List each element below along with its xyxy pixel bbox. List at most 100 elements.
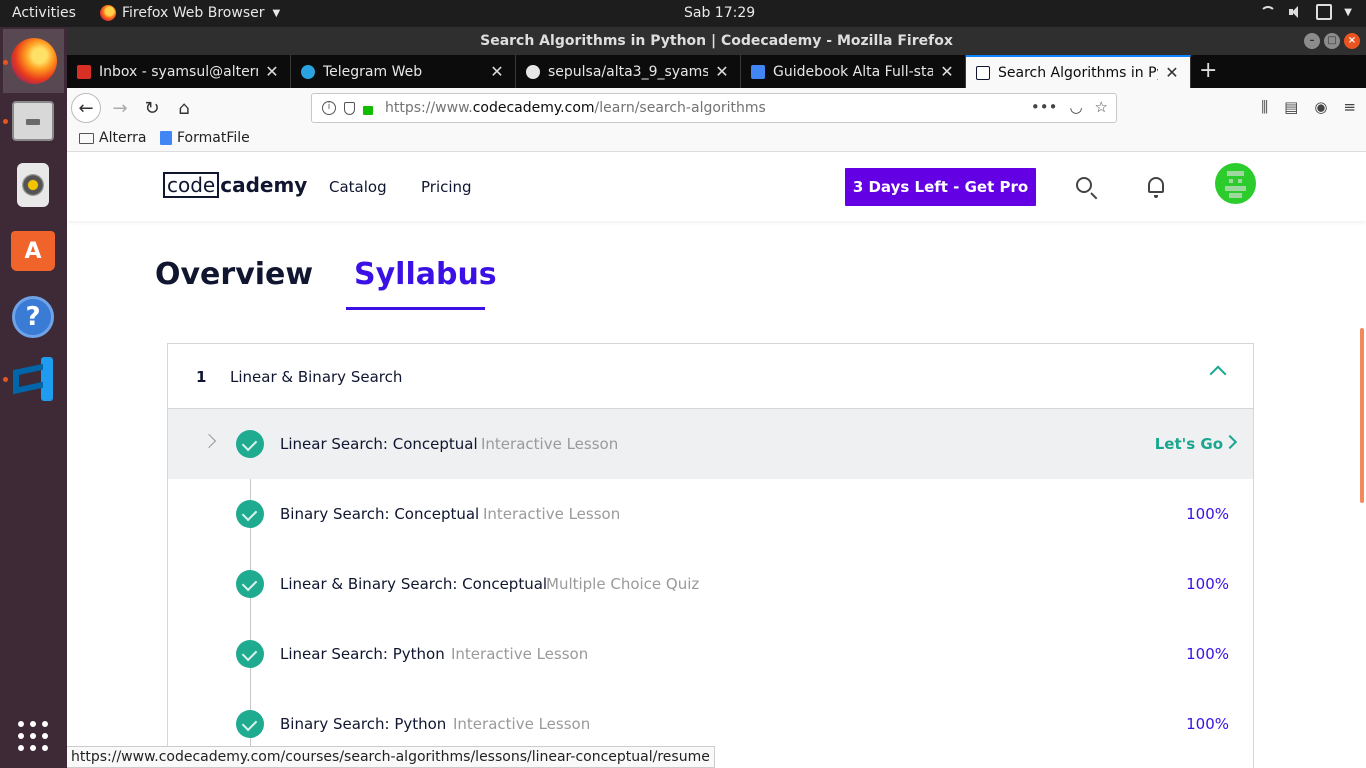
volume-icon bbox=[1288, 4, 1304, 20]
page-actions-icon[interactable]: ••• bbox=[1031, 98, 1058, 116]
menu-icon[interactable]: ≡ bbox=[1343, 98, 1356, 116]
sidebar-icon[interactable]: ▤ bbox=[1284, 98, 1298, 116]
library-icon[interactable]: ⫼ bbox=[1261, 98, 1268, 116]
tab-search-algorithms[interactable]: Search Algorithms in Pyt ✕ bbox=[966, 55, 1191, 88]
chevron-right-icon[interactable] bbox=[201, 433, 217, 449]
lesson-row[interactable]: Linear Search: Python Interactive Lesson… bbox=[168, 619, 1253, 689]
lesson-name[interactable]: Linear Search: Conceptual bbox=[280, 435, 478, 453]
notification-bell-icon[interactable] bbox=[1148, 177, 1164, 198]
bookmark-alterra[interactable]: Alterra bbox=[79, 130, 146, 146]
battery-icon bbox=[1316, 4, 1333, 20]
rhythmbox-icon bbox=[17, 163, 49, 207]
check-icon bbox=[236, 570, 264, 598]
tab-overview[interactable]: Overview bbox=[155, 257, 313, 292]
lesson-name[interactable]: Binary Search: Conceptual bbox=[280, 505, 479, 523]
lesson-row[interactable]: Binary Search: Conceptual Interactive Le… bbox=[168, 479, 1253, 549]
pocket-icon[interactable]: ◡ bbox=[1069, 98, 1082, 116]
clock[interactable]: Sab 17:29 bbox=[684, 5, 755, 21]
running-indicator bbox=[3, 377, 8, 382]
info-icon[interactable]: i bbox=[322, 101, 336, 115]
chevron-up-icon[interactable] bbox=[1209, 365, 1227, 383]
close-icon[interactable]: ✕ bbox=[264, 62, 280, 81]
lesson-row[interactable]: Linear & Binary Search: Conceptual Multi… bbox=[168, 549, 1253, 619]
account-icon[interactable]: ◉ bbox=[1314, 98, 1327, 116]
url-text[interactable]: https://www.codecademy.com/learn/search-… bbox=[385, 100, 766, 116]
lesson-name[interactable]: Linear Search: Python bbox=[280, 645, 445, 663]
nav-catalog[interactable]: Catalog bbox=[329, 178, 387, 196]
bookmark-label: Alterra bbox=[99, 130, 147, 146]
dock-rhythmbox[interactable] bbox=[9, 161, 57, 209]
dock-vscode[interactable] bbox=[9, 355, 57, 403]
web-page: code cademy Catalog Pricing 3 Days Left -… bbox=[67, 153, 1366, 768]
close-icon[interactable]: ✕ bbox=[489, 62, 505, 81]
close-icon[interactable]: × bbox=[1344, 33, 1360, 49]
search-icon[interactable] bbox=[1076, 177, 1092, 193]
running-indicator bbox=[3, 119, 8, 124]
dock-firefox[interactable] bbox=[3, 29, 64, 93]
tab-label: Search Algorithms in Pyt bbox=[998, 64, 1158, 81]
close-icon[interactable]: ✕ bbox=[1164, 63, 1180, 82]
telegram-icon bbox=[301, 64, 315, 79]
google-docs-icon bbox=[751, 64, 765, 79]
lesson-progress: 100% bbox=[1186, 575, 1229, 593]
forward-button[interactable]: → bbox=[105, 93, 135, 123]
back-button[interactable]: ← bbox=[71, 93, 101, 123]
lets-go-link[interactable]: Let's Go bbox=[1155, 435, 1223, 453]
check-icon bbox=[236, 640, 264, 668]
dock-help[interactable]: ? bbox=[9, 293, 57, 341]
tracking-protection-icon[interactable] bbox=[344, 101, 355, 115]
close-icon[interactable]: ✕ bbox=[714, 62, 730, 81]
dock-software[interactable]: A bbox=[9, 227, 57, 275]
new-tab-button[interactable]: + bbox=[1199, 58, 1217, 83]
url-bar[interactable]: i https://www.codecademy.com/learn/searc… bbox=[311, 93, 1117, 123]
chevron-right-icon[interactable] bbox=[1222, 434, 1238, 450]
running-indicator bbox=[3, 60, 8, 65]
bookmark-formatfile[interactable]: FormatFile bbox=[160, 130, 250, 146]
firefox-icon bbox=[10, 38, 57, 84]
scrollbar-thumb[interactable] bbox=[1360, 328, 1364, 503]
bookmark-star-icon[interactable]: ☆ bbox=[1095, 98, 1108, 116]
window-titlebar: Search Algorithms in Python | Codecademy… bbox=[67, 27, 1366, 55]
show-applications-button[interactable] bbox=[9, 712, 57, 760]
lock-icon[interactable] bbox=[363, 105, 373, 115]
maximize-icon[interactable]: □ bbox=[1324, 33, 1340, 49]
help-icon: ? bbox=[12, 296, 54, 338]
app-menu[interactable]: Firefox Web Browser ▼ bbox=[100, 5, 280, 21]
system-tray[interactable]: ▼ bbox=[1260, 4, 1352, 20]
site-header: code cademy Catalog Pricing 3 Days Left -… bbox=[67, 153, 1366, 221]
codecademy-logo[interactable]: code cademy bbox=[163, 172, 307, 198]
module-header[interactable]: 1 Linear & Binary Search bbox=[168, 344, 1253, 409]
app-menu-label: Firefox Web Browser bbox=[122, 5, 265, 21]
tab-strip: Inbox - syamsul@alterra ✕ Telegram Web ✕… bbox=[67, 55, 1366, 88]
lesson-progress: 100% bbox=[1186, 715, 1229, 733]
check-icon bbox=[236, 500, 264, 528]
bookmarks-toolbar: Alterra FormatFile bbox=[67, 128, 1366, 152]
tab-telegram[interactable]: Telegram Web ✕ bbox=[291, 55, 516, 88]
lesson-row[interactable]: Linear Search: Conceptual Interactive Le… bbox=[168, 409, 1253, 479]
active-tab-indicator bbox=[346, 307, 485, 310]
lesson-name[interactable]: Linear & Binary Search: Conceptual bbox=[280, 575, 547, 593]
check-icon bbox=[236, 430, 264, 458]
lesson-name[interactable]: Binary Search: Python bbox=[280, 715, 446, 733]
tab-github[interactable]: sepulsa/alta3_9_syamsul ✕ bbox=[516, 55, 741, 88]
module-number: 1 bbox=[196, 368, 207, 386]
gmail-icon bbox=[77, 64, 91, 79]
close-icon[interactable]: ✕ bbox=[939, 62, 955, 81]
lesson-type: Multiple Choice Quiz bbox=[546, 575, 700, 593]
dock-files[interactable] bbox=[9, 97, 57, 145]
home-button[interactable]: ⌂ bbox=[169, 93, 199, 123]
nav-pricing[interactable]: Pricing bbox=[421, 178, 472, 196]
software-center-icon: A bbox=[11, 231, 55, 271]
reload-button[interactable]: ↻ bbox=[137, 93, 167, 123]
lesson-type: Interactive Lesson bbox=[483, 505, 621, 523]
tab-guidebook[interactable]: Guidebook Alta Full-stack ✕ bbox=[741, 55, 966, 88]
lesson-type: Interactive Lesson bbox=[451, 645, 589, 663]
minimize-icon[interactable]: – bbox=[1304, 33, 1320, 49]
get-pro-button[interactable]: 3 Days Left - Get Pro bbox=[845, 168, 1036, 206]
tab-inbox[interactable]: Inbox - syamsul@alterra ✕ bbox=[67, 55, 291, 88]
activities-button[interactable]: Activities bbox=[12, 5, 76, 21]
avatar[interactable] bbox=[1215, 163, 1256, 204]
lesson-progress: 100% bbox=[1186, 645, 1229, 663]
tab-syllabus[interactable]: Syllabus bbox=[354, 257, 497, 292]
check-icon bbox=[236, 710, 264, 738]
